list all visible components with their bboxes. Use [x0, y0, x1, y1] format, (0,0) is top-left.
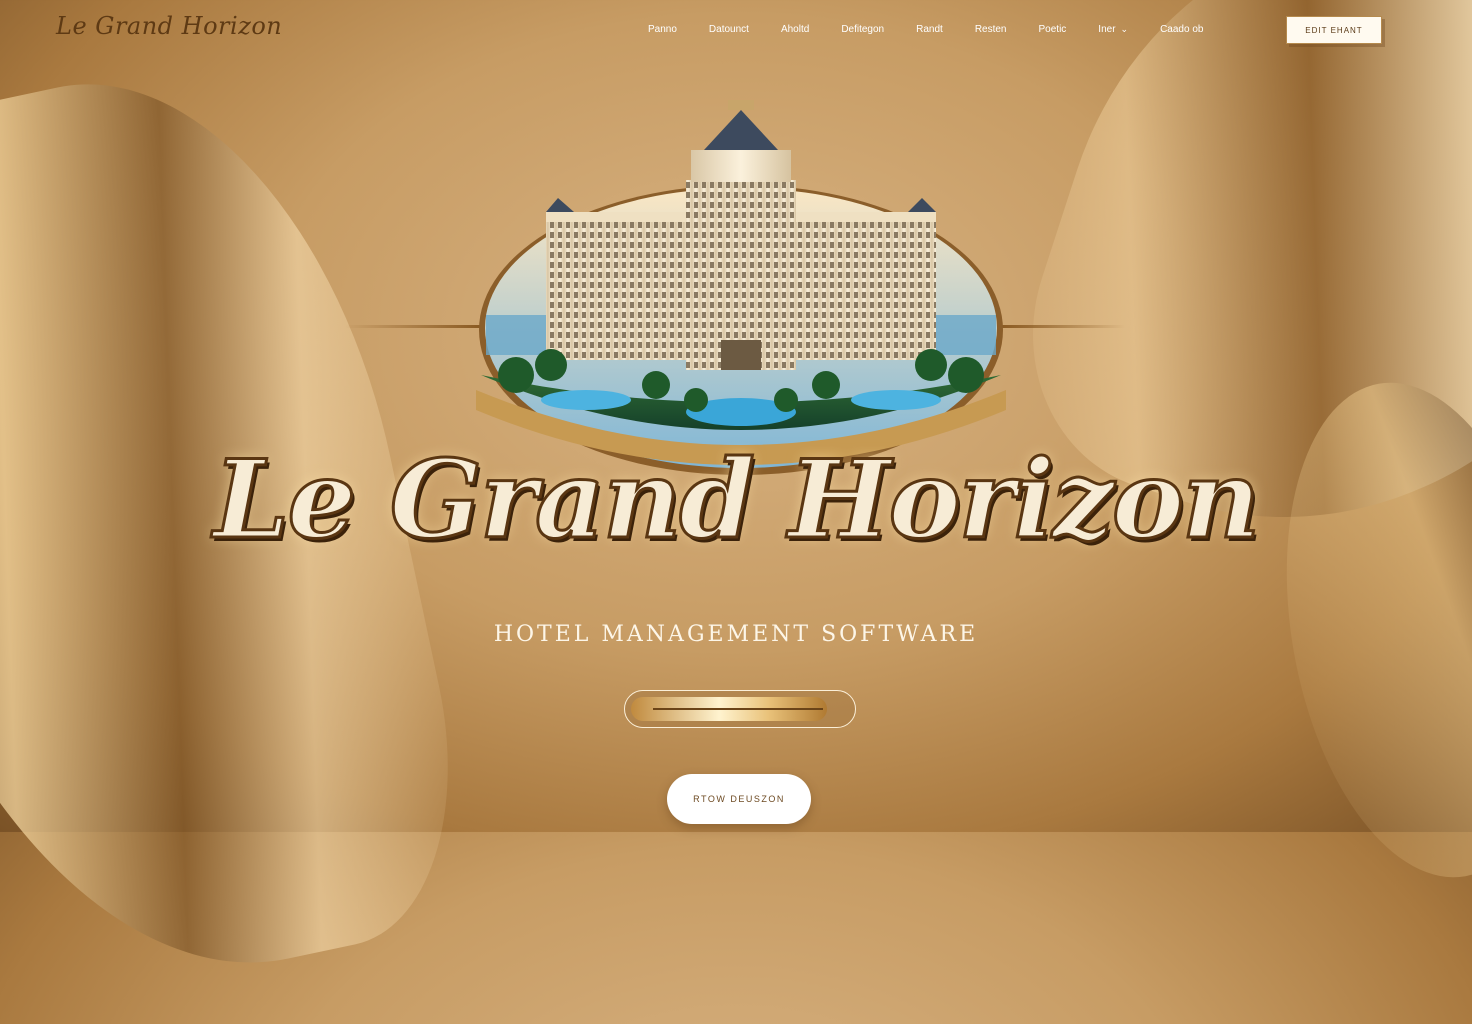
- hero-subtitle: HOTEL MANAGEMENT SOFTWARE: [493, 622, 979, 647]
- nav-item-datounct[interactable]: Datounct: [693, 24, 765, 35]
- top-header: Le Grand Horizon Panno Datounct Aholtd D…: [0, 0, 1472, 64]
- decorative-line-right: [1000, 325, 1125, 328]
- nav-item-iner-dropdown[interactable]: Iner ⌄: [1082, 24, 1144, 35]
- main-nav: Panno Datounct Aholtd Defitegon Randt Re…: [632, 24, 1219, 35]
- progress-highlight-line: [653, 708, 823, 710]
- nav-item-aholtd[interactable]: Aholtd: [765, 24, 825, 35]
- hero-cta-button[interactable]: RTOW DEUSZON: [667, 774, 811, 824]
- nav-item-caado-ob[interactable]: Caado ob: [1144, 24, 1219, 35]
- nav-item-label: Iner: [1098, 24, 1116, 35]
- chevron-down-icon: ⌄: [1120, 24, 1129, 34]
- nav-item-randt[interactable]: Randt: [900, 24, 959, 35]
- nav-item-panno[interactable]: Panno: [632, 24, 693, 35]
- brand-logo[interactable]: Le Grand Horizon: [56, 12, 282, 40]
- decorative-line-left: [345, 325, 480, 328]
- nav-item-resten[interactable]: Resten: [959, 24, 1023, 35]
- hero-progress-bar: [624, 690, 856, 728]
- nav-item-poetic[interactable]: Poetic: [1023, 24, 1083, 35]
- header-cta-button[interactable]: EDIT EHANT: [1286, 16, 1382, 44]
- nav-item-defitegon[interactable]: Defitegon: [825, 24, 900, 35]
- hero-wordmark: Le Grand Horizon: [212, 436, 1262, 565]
